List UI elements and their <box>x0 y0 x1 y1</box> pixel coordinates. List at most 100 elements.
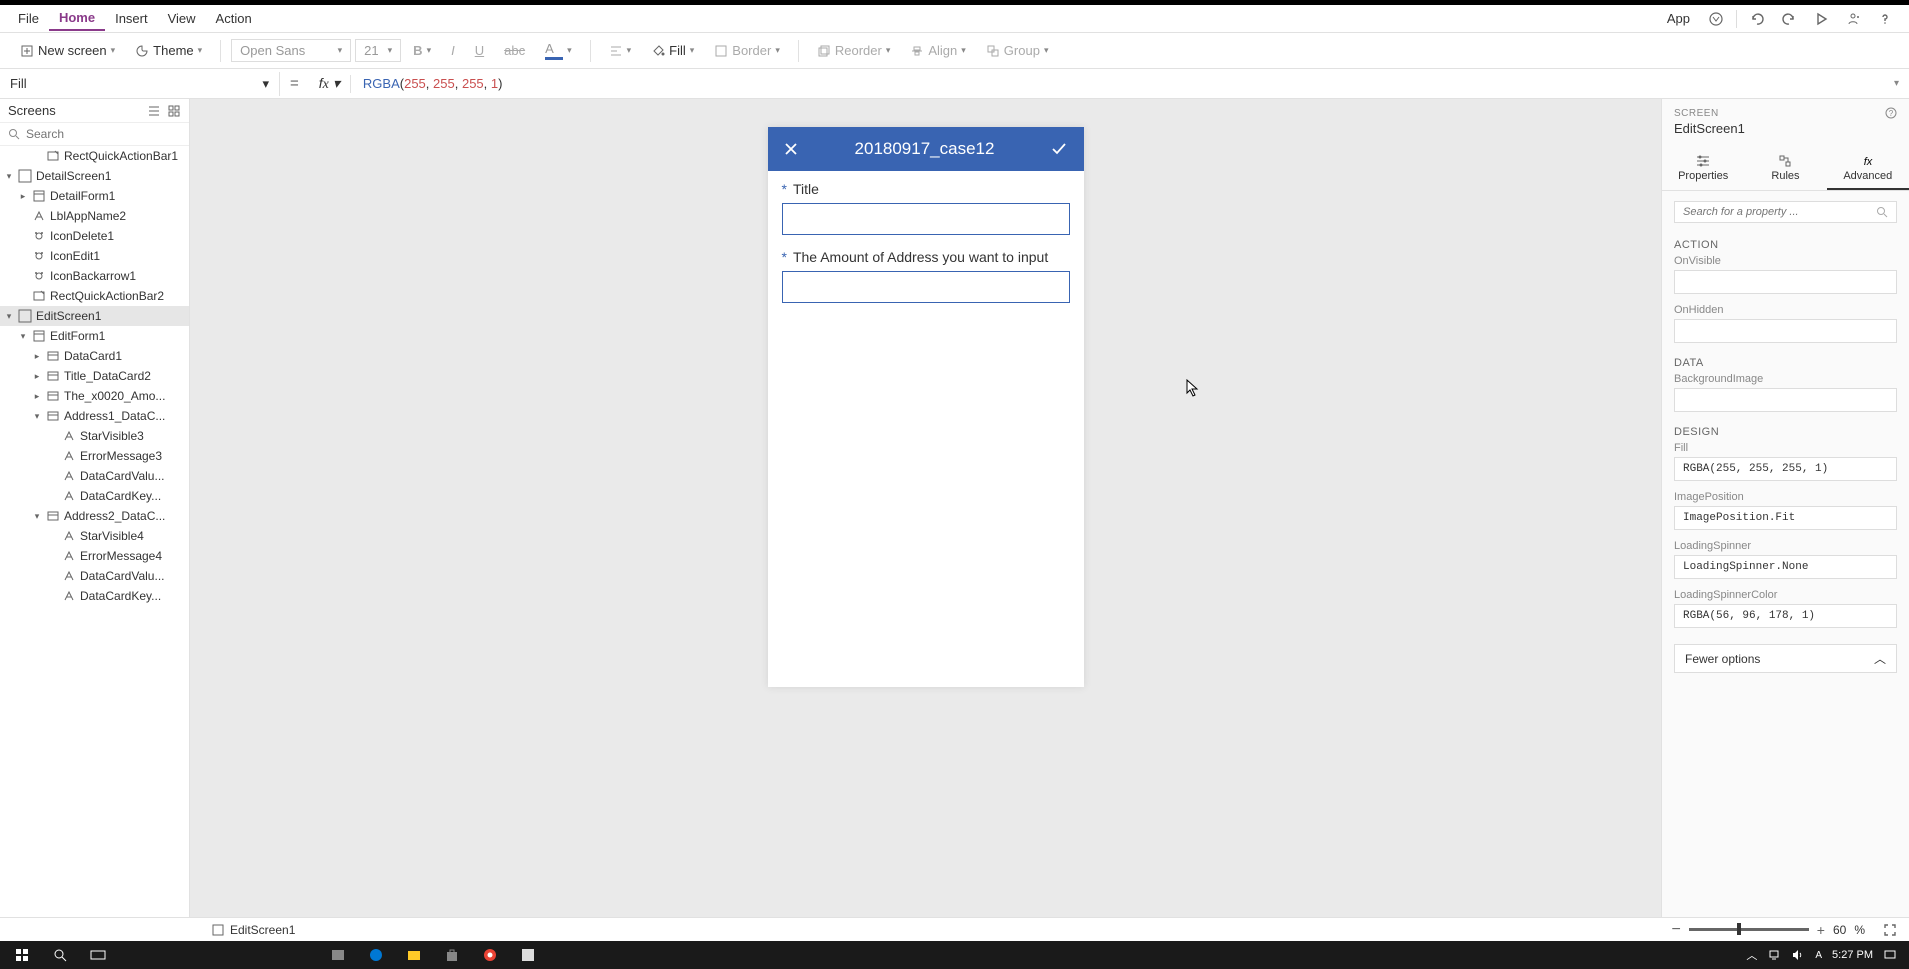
tray-chevron-icon[interactable]: ︿ <box>1746 947 1757 963</box>
menu-file[interactable]: File <box>8 7 49 30</box>
tree-caret[interactable]: ▾ <box>4 311 14 322</box>
taskview-button[interactable] <box>80 943 116 967</box>
tree-item-errormessage4[interactable]: ErrorMessage4 <box>0 546 189 566</box>
breadcrumb[interactable]: EditScreen1 <box>230 923 295 937</box>
title-input[interactable] <box>782 203 1070 235</box>
taskbar-app-1[interactable] <box>320 943 356 967</box>
checker-icon[interactable] <box>1700 7 1732 31</box>
tree-item-editform1[interactable]: ▾EditForm1 <box>0 326 189 346</box>
tree-caret[interactable]: ▾ <box>32 411 42 422</box>
tree-item-datacardkey[interactable]: DataCardKey... <box>0 586 189 606</box>
amount-input[interactable] <box>782 271 1070 303</box>
undo-button[interactable] <box>1741 7 1773 31</box>
start-button[interactable] <box>4 943 40 967</box>
fill-button[interactable]: Fill▾ <box>643 39 702 62</box>
tree-caret[interactable]: ▸ <box>32 391 42 402</box>
tree-item-starvisible3[interactable]: StarVisible3 <box>0 426 189 446</box>
tree-item-errormessage3[interactable]: ErrorMessage3 <box>0 446 189 466</box>
tree-item-icondelete1[interactable]: IconDelete1 <box>0 226 189 246</box>
play-button[interactable] <box>1805 7 1837 31</box>
zoom-out-button[interactable]: − <box>1671 921 1680 939</box>
fullscreen-button[interactable] <box>1883 923 1897 937</box>
align-text-button[interactable]: ▾ <box>601 40 640 62</box>
tray-ime-icon[interactable]: A <box>1815 950 1822 961</box>
fx-button[interactable]: fx▾ <box>309 75 351 93</box>
tray-time[interactable]: 5:27 PM <box>1832 949 1873 961</box>
tree-item-iconbackarrow1[interactable]: IconBackarrow1 <box>0 266 189 286</box>
tree-caret[interactable]: ▸ <box>32 351 42 362</box>
strike-button[interactable]: abc <box>496 39 533 62</box>
taskbar-app-edge[interactable] <box>358 943 394 967</box>
taskbar-app-chrome[interactable] <box>472 943 508 967</box>
tree-item-address2datac[interactable]: ▾Address2_DataC... <box>0 506 189 526</box>
redo-button[interactable] <box>1773 7 1805 31</box>
props-row-input[interactable]: RGBA(56, 96, 178, 1) <box>1674 604 1897 628</box>
tab-advanced[interactable]: fx Advanced <box>1827 148 1909 190</box>
tree-caret[interactable]: ▾ <box>32 511 42 522</box>
props-row-input[interactable] <box>1674 319 1897 343</box>
canvas-area[interactable]: 20180917_case12 *Title *The Amount of Ad… <box>190 99 1661 917</box>
tree-item-detailform1[interactable]: ▸DetailForm1 <box>0 186 189 206</box>
tree-item-datacard1[interactable]: ▸DataCard1 <box>0 346 189 366</box>
tree-item-rectquickactionbar2[interactable]: RectQuickActionBar2 <box>0 286 189 306</box>
tree-view-grid-icon[interactable] <box>167 104 181 118</box>
tree-item-thex0020amo[interactable]: ▸The_x0020_Amo... <box>0 386 189 406</box>
props-search[interactable] <box>1674 201 1897 223</box>
tree-item-lblappname2[interactable]: LblAppName2 <box>0 206 189 226</box>
menu-insert[interactable]: Insert <box>105 7 158 30</box>
help-icon[interactable]: ? <box>1885 107 1897 119</box>
props-row-input[interactable] <box>1674 388 1897 412</box>
border-button[interactable]: Border▾ <box>706 39 788 62</box>
tree-item-address1datac[interactable]: ▾Address1_DataC... <box>0 406 189 426</box>
share-button[interactable] <box>1837 7 1869 31</box>
tree-item-datacardvalu[interactable]: DataCardValu... <box>0 566 189 586</box>
props-row-input[interactable]: ImagePosition.Fit <box>1674 506 1897 530</box>
help-button[interactable] <box>1869 7 1901 31</box>
tree-view-list-icon[interactable] <box>147 104 161 118</box>
props-row-input[interactable]: LoadingSpinner.None <box>1674 555 1897 579</box>
tray-network-icon[interactable] <box>1767 949 1781 961</box>
underline-button[interactable]: U <box>467 39 492 62</box>
font-size-select[interactable]: 21▾ <box>355 39 401 62</box>
tree-caret[interactable]: ▾ <box>4 171 14 182</box>
formula-expand[interactable]: ▾ <box>1884 78 1909 89</box>
props-row-input[interactable] <box>1674 270 1897 294</box>
tree-item-datacardkey[interactable]: DataCardKey... <box>0 486 189 506</box>
reorder-button[interactable]: Reorder▾ <box>809 39 899 62</box>
check-icon[interactable] <box>1049 139 1069 159</box>
taskbar-app-store[interactable] <box>434 943 470 967</box>
tree-caret[interactable]: ▸ <box>32 371 42 382</box>
italic-button[interactable]: I <box>443 39 463 62</box>
tree-caret[interactable]: ▸ <box>18 191 28 202</box>
props-search-input[interactable] <box>1683 206 1876 218</box>
new-screen-button[interactable]: New screen▾ <box>12 39 123 62</box>
align-objects-button[interactable]: Align▾ <box>902 39 973 62</box>
tree-search[interactable] <box>0 123 189 146</box>
zoom-in-button[interactable]: + <box>1817 922 1825 938</box>
tree-item-detailscreen1[interactable]: ▾DetailScreen1 <box>0 166 189 186</box>
close-icon[interactable] <box>782 140 800 158</box>
tray-volume-icon[interactable] <box>1791 949 1805 961</box>
phone-screen[interactable]: 20180917_case12 *Title *The Amount of Ad… <box>768 127 1084 687</box>
fewer-options-button[interactable]: Fewer options ︿ <box>1674 644 1897 673</box>
search-button[interactable] <box>42 943 78 967</box>
font-family-select[interactable]: Open Sans▾ <box>231 39 351 62</box>
bold-button[interactable]: B▾ <box>405 39 439 62</box>
tree-item-starvisible4[interactable]: StarVisible4 <box>0 526 189 546</box>
tree-caret[interactable]: ▾ <box>18 331 28 342</box>
formula-input[interactable]: RGBA(255, 255, 255, 1) <box>351 72 1884 96</box>
group-button[interactable]: Group▾ <box>978 39 1057 62</box>
zoom-slider[interactable] <box>1689 928 1809 931</box>
props-row-input[interactable]: RGBA(255, 255, 255, 1) <box>1674 457 1897 481</box>
tree-item-iconedit1[interactable]: IconEdit1 <box>0 246 189 266</box>
tab-rules[interactable]: Rules <box>1744 148 1826 190</box>
taskbar-app-5[interactable] <box>510 943 546 967</box>
menu-home[interactable]: Home <box>49 6 105 31</box>
tree-item-datacardvalu[interactable]: DataCardValu... <box>0 466 189 486</box>
tree-item-editscreen1[interactable]: ▾EditScreen1 <box>0 306 189 326</box>
taskbar-app-explorer[interactable] <box>396 943 432 967</box>
menu-view[interactable]: View <box>158 7 206 30</box>
tray-notification-icon[interactable] <box>1883 949 1897 961</box>
tab-properties[interactable]: Properties <box>1662 148 1744 190</box>
tree-search-input[interactable] <box>26 127 181 141</box>
